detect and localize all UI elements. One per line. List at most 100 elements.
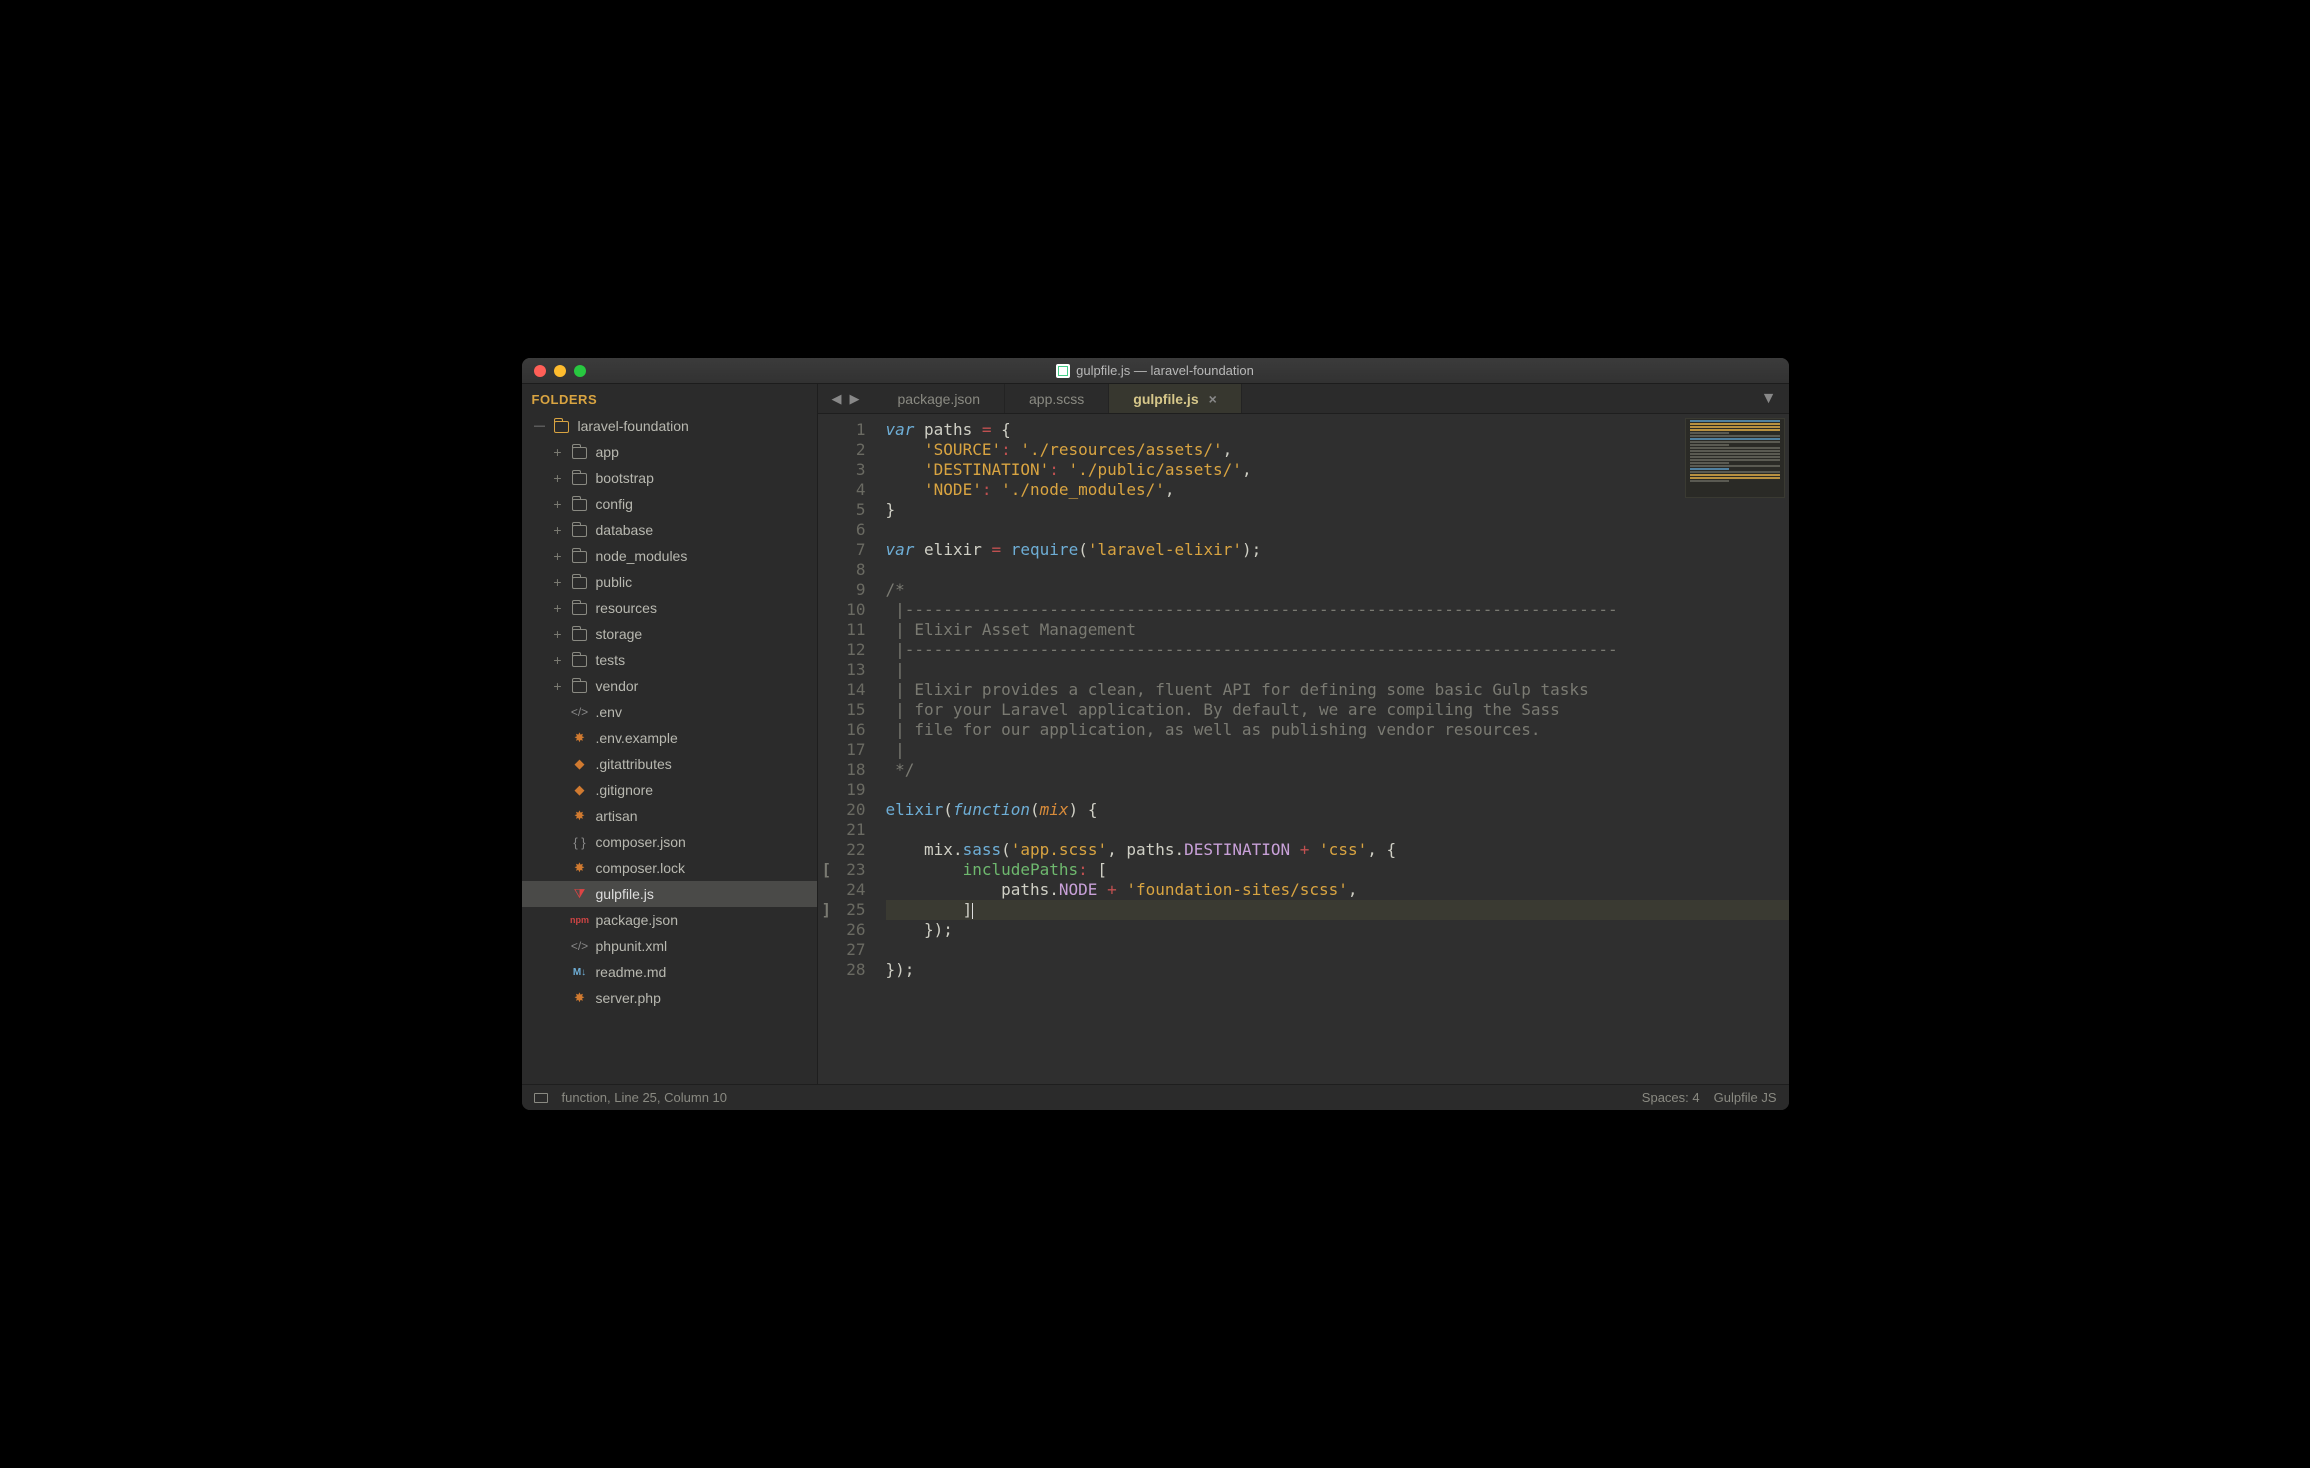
tree-item[interactable]: M↓readme.md	[522, 959, 817, 985]
code-editor[interactable]: 12345678910111213141516171819202122[2324…	[818, 414, 1789, 1084]
tree-item[interactable]: npmpackage.json	[522, 907, 817, 933]
code-line[interactable]: */	[886, 760, 1789, 780]
tree-item[interactable]: + config	[522, 491, 817, 517]
tab-dropdown-icon[interactable]: ▼	[1749, 384, 1789, 413]
tab-label: gulpfile.js	[1133, 391, 1198, 407]
code-line[interactable]: 'SOURCE': './resources/assets/',	[886, 440, 1789, 460]
tree-label: bootstrap	[596, 470, 654, 486]
tree-item[interactable]: ✸server.php	[522, 985, 817, 1011]
status-bar: function, Line 25, Column 10 Spaces: 4 G…	[522, 1084, 1789, 1110]
status-indent[interactable]: Spaces: 4	[1642, 1090, 1700, 1105]
code-line[interactable]: 'NODE': './node_modules/',	[886, 480, 1789, 500]
expand-icon[interactable]: +	[552, 626, 564, 642]
minimap[interactable]	[1685, 418, 1785, 498]
expand-icon[interactable]: +	[552, 652, 564, 668]
code-line[interactable]: includePaths: [	[886, 860, 1789, 880]
code-line[interactable]: elixir(function(mix) {	[886, 800, 1789, 820]
tree-label: .env.example	[596, 730, 678, 746]
code-line[interactable]	[886, 940, 1789, 960]
tree-item[interactable]: +tests	[522, 647, 817, 673]
file-tree[interactable]: —laravel-foundation+app+bootstrap+config…	[522, 413, 817, 1084]
code-line[interactable]: var elixir = require('laravel-elixir');	[886, 540, 1789, 560]
tree-item[interactable]: +database	[522, 517, 817, 543]
tree-label: .gitattributes	[596, 756, 672, 772]
expand-icon[interactable]: +	[552, 574, 564, 590]
tree-label: vendor	[596, 678, 639, 694]
status-syntax[interactable]: Gulpfile JS	[1714, 1090, 1777, 1105]
folder-icon	[572, 444, 588, 460]
expand-icon[interactable]: +	[552, 496, 564, 512]
minimize-window-button[interactable]	[554, 365, 566, 377]
folder-icon	[572, 678, 588, 694]
tab[interactable]: package.json	[874, 384, 1006, 413]
editor-window: gulpfile.js — laravel-foundation FOLDERS…	[522, 358, 1789, 1110]
expand-icon[interactable]: +	[552, 600, 564, 616]
tree-item[interactable]: </>.env	[522, 699, 817, 725]
tab[interactable]: app.scss	[1005, 384, 1109, 413]
folder-icon	[572, 652, 588, 668]
tree-item[interactable]: —laravel-foundation	[522, 413, 817, 439]
code-line[interactable]: | Elixir Asset Management	[886, 620, 1789, 640]
expand-icon[interactable]: +	[552, 444, 564, 460]
expand-icon[interactable]: +	[552, 678, 564, 694]
code-line[interactable]: /*	[886, 580, 1789, 600]
disclosure-open-icon[interactable]: —	[534, 420, 546, 432]
folder-icon	[572, 470, 588, 486]
tree-item[interactable]: + resources	[522, 595, 817, 621]
code-line[interactable]: | for your Laravel application. By defau…	[886, 700, 1789, 720]
tree-item[interactable]: + storage	[522, 621, 817, 647]
titlebar[interactable]: gulpfile.js — laravel-foundation	[522, 358, 1789, 384]
tree-item[interactable]: ✸ .env.example	[522, 725, 817, 751]
gear-icon: ✸	[572, 808, 588, 824]
line-gutter[interactable]: 12345678910111213141516171819202122[2324…	[818, 414, 876, 1084]
tree-label: resources	[596, 600, 657, 616]
sidebar-header: FOLDERS	[522, 384, 817, 413]
tree-label: node_modules	[596, 548, 688, 564]
tree-item[interactable]: + bootstrap	[522, 465, 817, 491]
code-area[interactable]: var paths = { 'SOURCE': './resources/ass…	[876, 414, 1789, 1084]
tree-item[interactable]: { }composer.json	[522, 829, 817, 855]
tab-close-icon[interactable]: ×	[1209, 391, 1217, 407]
status-panel-toggle[interactable]	[534, 1093, 548, 1103]
tree-label: storage	[596, 626, 643, 642]
expand-icon[interactable]: +	[552, 548, 564, 564]
maximize-window-button[interactable]	[574, 365, 586, 377]
code-line[interactable]: | file for our application, as well as p…	[886, 720, 1789, 740]
code-line[interactable]	[886, 820, 1789, 840]
tree-item[interactable]: ⧩gulpfile.js	[522, 881, 817, 907]
tree-label: config	[596, 496, 633, 512]
tree-item[interactable]: ◆.gitignore	[522, 777, 817, 803]
code-line[interactable]: 'DESTINATION': './public/assets/',	[886, 460, 1789, 480]
tree-item[interactable]: +public	[522, 569, 817, 595]
code-line[interactable]: paths.NODE + 'foundation-sites/scss',	[886, 880, 1789, 900]
tree-item[interactable]: +app	[522, 439, 817, 465]
tree-item[interactable]: ◆.gitattributes	[522, 751, 817, 777]
status-context[interactable]: function, Line 25, Column 10	[562, 1090, 728, 1105]
code-line[interactable]: |	[886, 740, 1789, 760]
code-line[interactable]	[886, 560, 1789, 580]
code-line[interactable]: });	[886, 960, 1789, 980]
code-line[interactable]: |---------------------------------------…	[886, 600, 1789, 620]
tab[interactable]: gulpfile.js ×	[1109, 384, 1242, 413]
tab-nav-forward-icon[interactable]: ▶	[850, 391, 860, 407]
gear-icon: ✸	[572, 730, 588, 746]
code-line[interactable]	[886, 520, 1789, 540]
code-line[interactable]: |	[886, 660, 1789, 680]
code-line[interactable]: |---------------------------------------…	[886, 640, 1789, 660]
code-line[interactable]: mix.sass('app.scss', paths.DESTINATION +…	[886, 840, 1789, 860]
expand-icon[interactable]: +	[552, 522, 564, 538]
code-line[interactable]: var paths = {	[886, 420, 1789, 440]
tree-item[interactable]: ✸artisan	[522, 803, 817, 829]
expand-icon[interactable]: +	[552, 470, 564, 486]
code-line[interactable]: });	[886, 920, 1789, 940]
tree-item[interactable]: ✸composer.lock	[522, 855, 817, 881]
tree-item[interactable]: + node_modules	[522, 543, 817, 569]
code-line[interactable]: ]	[886, 900, 1789, 920]
code-line[interactable]: }	[886, 500, 1789, 520]
tree-item[interactable]: </>phpunit.xml	[522, 933, 817, 959]
tab-nav-back-icon[interactable]: ◀	[832, 391, 842, 407]
close-window-button[interactable]	[534, 365, 546, 377]
code-line[interactable]	[886, 780, 1789, 800]
tree-item[interactable]: + vendor	[522, 673, 817, 699]
code-line[interactable]: | Elixir provides a clean, fluent API fo…	[886, 680, 1789, 700]
